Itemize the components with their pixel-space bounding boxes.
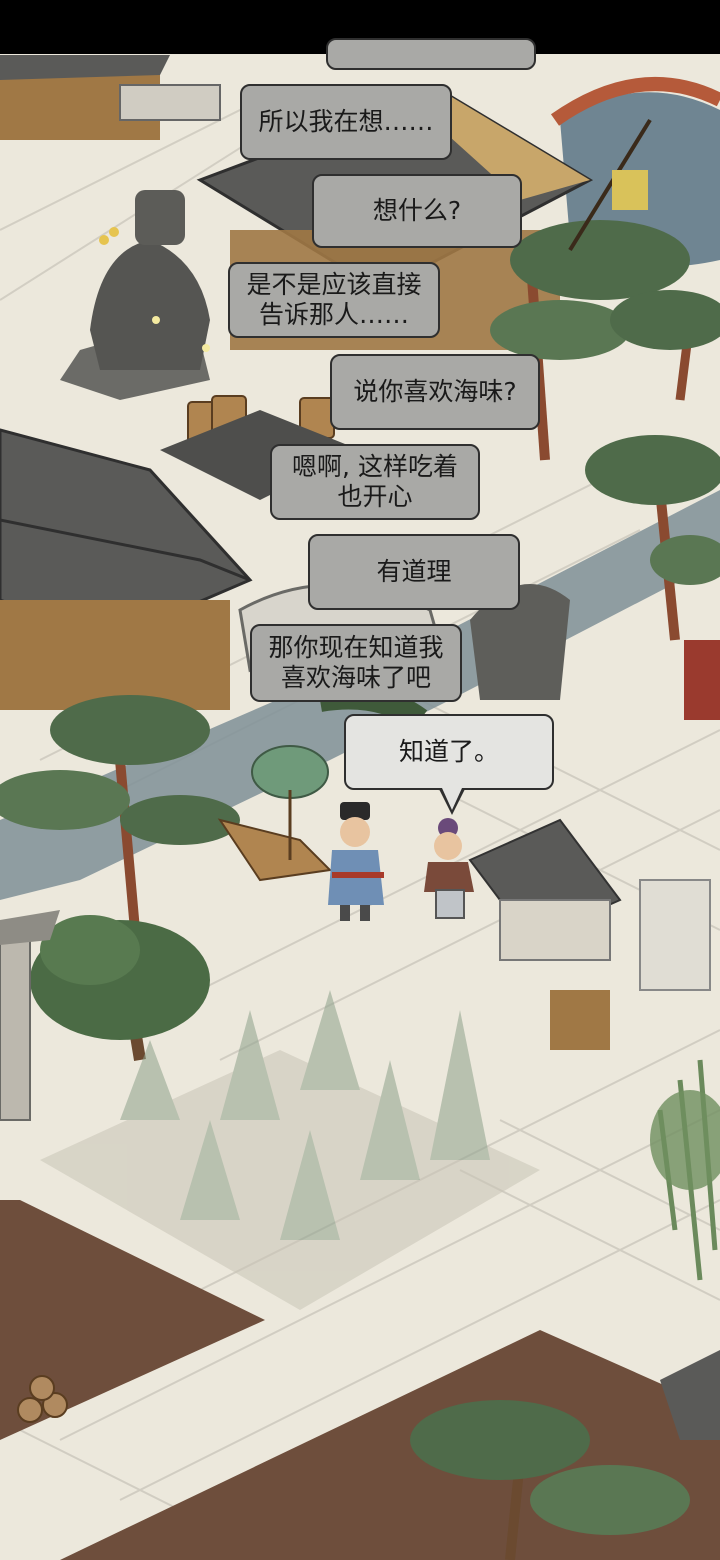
dialogue-text-6: 有道理 — [376, 557, 452, 586]
dialogue-bubble-3[interactable]: 是不是应该直接 告诉那人…… — [228, 262, 440, 338]
dialogue-bubble-cutoff — [326, 38, 536, 70]
speech-tail — [442, 788, 462, 810]
dialogue-text-4: 说你喜欢海味? — [353, 377, 517, 406]
dialogue-bubble-6[interactable]: 有道理 — [308, 534, 520, 610]
red-wall-right — [684, 640, 720, 720]
dialogue-text-3: 是不是应该直接 告诉那人…… — [246, 270, 422, 329]
dialogue-bubble-5[interactable]: 嗯啊, 这样吃着 也开心 — [270, 444, 480, 520]
dialogue-text-5: 嗯啊, 这样吃着 也开心 — [292, 452, 458, 511]
dialogue-bubble-7[interactable]: 那你现在知道我 喜欢海味了吧 — [250, 624, 462, 702]
dialogue-bubble-1[interactable]: 所以我在想…… — [240, 84, 452, 160]
dialogue-text-7: 那你现在知道我 喜欢海味了吧 — [268, 633, 444, 692]
dialogue-text-8: 知道了。 — [398, 737, 499, 766]
dialogue-bubble-2[interactable]: 想什么? — [312, 174, 522, 248]
dialogue-text-1: 所以我在想…… — [258, 107, 434, 136]
dialogue-text-2: 想什么? — [372, 196, 462, 225]
dialogue-bubble-8[interactable]: 知道了。 — [344, 714, 554, 815]
dialogue-bubble-4[interactable]: 说你喜欢海味? — [330, 354, 540, 430]
